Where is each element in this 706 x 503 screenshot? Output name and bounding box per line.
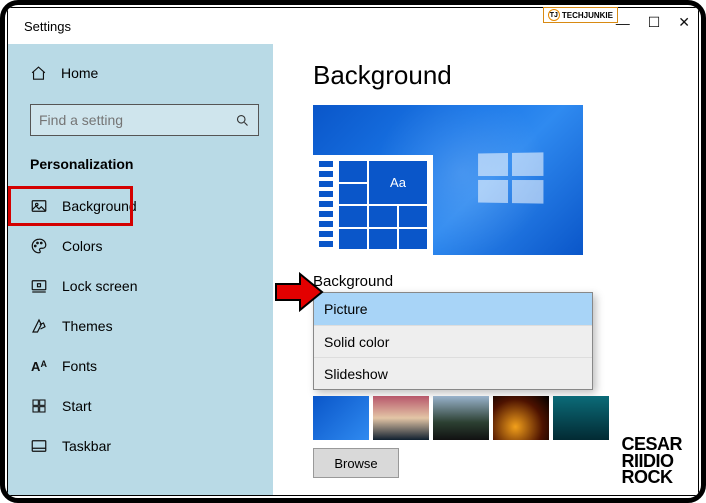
sidebar: Home Personalization Background Colo [8,44,273,495]
category-heading: Personalization [8,152,273,186]
nav-label: Start [62,398,92,414]
minimize-button[interactable]: — [616,15,630,31]
nav-home[interactable]: Home [8,56,273,90]
main-panel: Background Aa Background Picture S [273,44,698,495]
nav-background[interactable]: Background [8,186,133,226]
page-heading: Background [313,60,698,91]
home-icon [30,65,47,82]
nav-colors[interactable]: Colors [8,226,273,266]
dropdown-option-picture[interactable]: Picture [314,293,592,325]
app-frame: TJ TECHJUNKIE Settings — ☐ ✕ Home [0,0,706,503]
start-icon [30,398,48,414]
nav-label: Lock screen [62,278,137,294]
thumb-3[interactable] [433,396,489,440]
nav-taskbar[interactable]: Taskbar [8,426,273,466]
close-button[interactable]: ✕ [678,14,690,31]
nav-start[interactable]: Start [8,386,273,426]
thumb-2[interactable] [373,396,429,440]
app-window: TJ TECHJUNKIE Settings — ☐ ✕ Home [7,7,699,496]
browse-button[interactable]: Browse [313,448,399,478]
lock-screen-icon [30,277,48,295]
recent-images [313,396,698,440]
preview-sample-text: Aa [369,161,427,204]
watermark: CESAR RIIDIO ROCK [621,436,682,485]
nav-themes[interactable]: Themes [8,306,273,346]
nav-fonts[interactable]: AA Fonts [8,346,273,386]
nav-label: Taskbar [62,438,111,454]
themes-icon [30,317,48,335]
titlebar: Settings — ☐ ✕ [8,8,698,44]
desktop-preview: Aa [313,105,583,255]
window-controls: — ☐ ✕ [616,14,690,31]
nav-home-label: Home [61,65,98,81]
thumb-5[interactable] [553,396,609,440]
nav-label: Themes [62,318,113,334]
palette-icon [30,237,48,255]
taskbar-icon [30,437,48,455]
background-dropdown[interactable]: Picture Solid color Slideshow [313,292,593,390]
picture-icon [30,197,48,215]
nav-label: Colors [62,238,102,254]
dropdown-option-solid-color[interactable]: Solid color [314,325,592,357]
search-input[interactable] [39,112,208,128]
nav-lock-screen[interactable]: Lock screen [8,266,273,306]
dropdown-option-slideshow[interactable]: Slideshow [314,357,592,389]
windows-logo-icon [478,152,543,203]
thumb-1[interactable] [313,396,369,440]
fonts-icon: AA [30,359,48,374]
dropdown-label: Background [313,273,698,290]
nav-label: Fonts [62,358,97,374]
maximize-button[interactable]: ☐ [648,14,661,31]
preview-start-mock: Aa [313,155,433,255]
annotation-arrow-icon [274,272,324,312]
thumb-4[interactable] [493,396,549,440]
search-box[interactable] [30,104,259,136]
nav-label: Background [62,198,137,214]
window-title: Settings [8,19,71,34]
search-icon [235,113,250,128]
